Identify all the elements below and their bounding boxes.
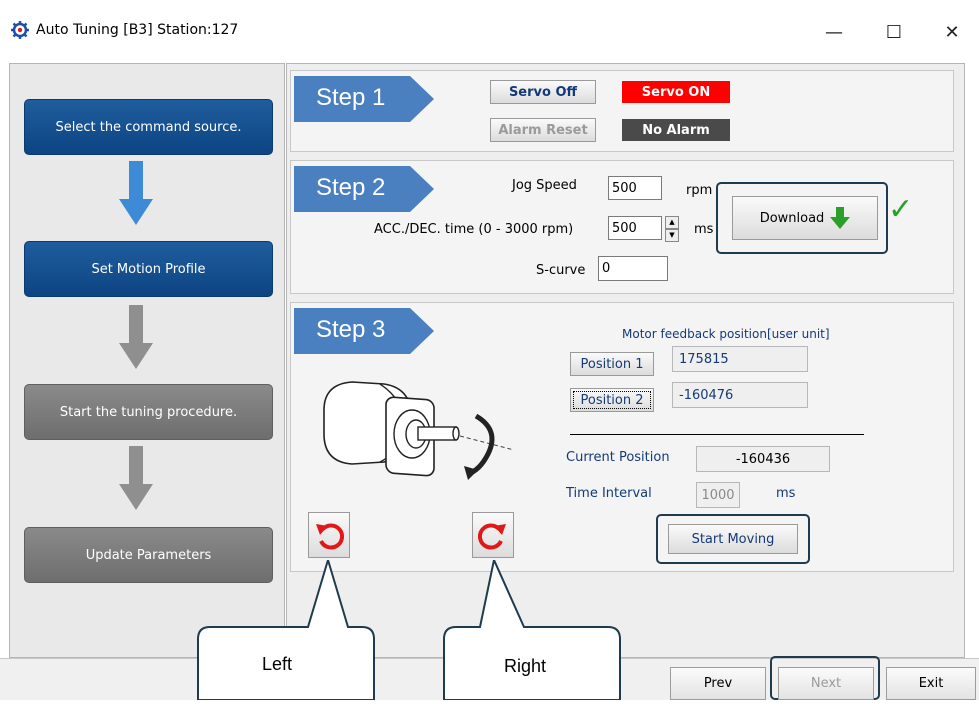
time-interval-input[interactable]: 1000: [696, 482, 740, 508]
jog-speed-label: Jog Speed: [512, 178, 577, 193]
sidebar-step-label: Set Motion Profile: [91, 261, 206, 277]
left-callout: [196, 556, 376, 701]
motor-illustration: [318, 370, 518, 490]
alarm-reset-button[interactable]: Alarm Reset: [490, 118, 596, 142]
position2-button[interactable]: Position 2: [570, 388, 654, 412]
sidebar-step-command-source[interactable]: Select the command source.: [24, 99, 273, 155]
next-button[interactable]: Next: [778, 667, 874, 700]
rotate-cw-icon: [478, 523, 506, 550]
step3-label: Step 3: [316, 316, 386, 343]
close-button[interactable]: ✕: [934, 14, 970, 50]
start-moving-button[interactable]: Start Moving: [668, 524, 798, 554]
right-callout: [442, 556, 622, 701]
window-title: Auto Tuning [B3] Station:127: [36, 22, 239, 38]
step1-label: Step 1: [316, 84, 386, 111]
left-callout-label: Left: [262, 654, 293, 674]
time-interval-unit: ms: [776, 486, 796, 501]
sidebar-step-label: Start the tuning procedure.: [59, 404, 238, 420]
current-position-value: -160436: [696, 446, 830, 472]
position2-value: -160476: [672, 382, 808, 408]
minimize-button[interactable]: —: [816, 14, 852, 50]
right-callout-label: Right: [504, 656, 547, 676]
step2-label: Step 2: [316, 174, 386, 201]
acc-dec-spinner[interactable]: ▲ ▼: [665, 216, 679, 242]
download-arrow-icon: [830, 207, 851, 229]
divider-line: [570, 434, 864, 435]
time-interval-label: Time Interval: [566, 486, 652, 501]
scurve-input[interactable]: 0: [598, 256, 668, 281]
prev-button[interactable]: Prev: [670, 667, 766, 700]
servo-off-button[interactable]: Servo Off: [490, 80, 596, 104]
spin-up-icon[interactable]: ▲: [665, 216, 679, 229]
sidebar-step-label: Update Parameters: [85, 547, 212, 563]
servo-on-status: Servo ON: [622, 81, 730, 103]
acc-dec-unit: ms: [694, 222, 714, 237]
sidebar-step-tuning-procedure[interactable]: Start the tuning procedure.: [24, 384, 273, 440]
exit-button[interactable]: Exit: [886, 667, 976, 700]
rotate-ccw-icon: [316, 523, 344, 550]
download-success-check-icon: ✓: [888, 192, 914, 227]
position1-button[interactable]: Position 1: [570, 352, 654, 376]
app-gear-icon: [10, 20, 30, 40]
acc-dec-label: ACC./DEC. time (0 - 3000 rpm): [374, 222, 574, 237]
jog-left-button[interactable]: [308, 512, 350, 558]
download-button[interactable]: Download: [732, 196, 878, 240]
arrow-down-icon: [119, 446, 153, 510]
jog-speed-unit: rpm: [686, 183, 713, 198]
sidebar-step-motion-profile[interactable]: Set Motion Profile: [24, 241, 273, 297]
arrow-down-icon: [119, 305, 153, 369]
arrow-down-icon: [119, 161, 153, 225]
alarm-status: No Alarm: [622, 119, 730, 141]
position1-value: 175815: [672, 346, 808, 372]
feedback-title: Motor feedback position[user unit]: [622, 327, 830, 341]
acc-dec-input[interactable]: 500: [608, 216, 662, 240]
current-position-label: Current Position: [566, 450, 670, 465]
spin-down-icon[interactable]: ▼: [665, 229, 679, 242]
download-label: Download: [759, 210, 825, 226]
scurve-label: S-curve: [536, 263, 586, 278]
maximize-button[interactable]: ☐: [876, 14, 912, 50]
sidebar-step-label: Select the command source.: [55, 119, 242, 135]
jog-speed-input[interactable]: 500: [608, 176, 662, 200]
jog-right-button[interactable]: [472, 512, 514, 558]
